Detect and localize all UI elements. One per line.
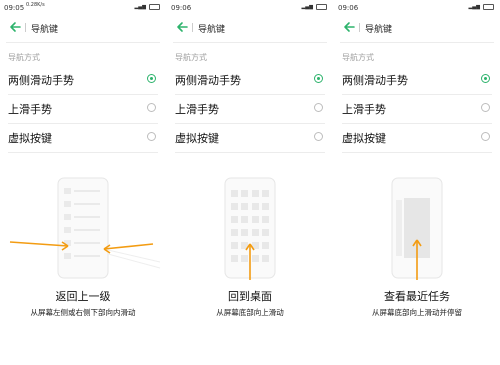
option-two-side-swipe[interactable]: 两侧滑动手势 [334,66,500,95]
radio-selected-icon[interactable] [147,74,156,83]
option-label: 虚拟按键 [175,132,219,145]
option-two-side-swipe[interactable]: 两侧滑动手势 [0,66,166,95]
option-virtual-keys[interactable]: 虚拟按键 [0,124,166,153]
signal-icon: ▂▄▆ [468,4,480,10]
radio-unselected-icon[interactable] [147,103,156,112]
section-label: 导航方式 [342,53,374,62]
status-bar: 09:06 ▂▄▆ [167,0,333,16]
radio-unselected-icon[interactable] [314,132,323,141]
option-swipe-up[interactable]: 上滑手势 [0,95,166,124]
gesture-subcaption: 从屏幕左侧或右侧下部向内滑动 [30,308,136,317]
radio-selected-icon[interactable] [481,74,490,83]
option-label: 上滑手势 [175,103,219,116]
page-title: 导航键 [31,25,59,35]
status-bar: 09:06 ▂▄▆ [334,0,500,16]
status-time: 09:05 [4,4,25,12]
status-time: 09:06 [171,4,192,12]
back-arrow-icon[interactable] [8,20,22,34]
screen-panel-back: 09:05 0.28K/s ▂▄▆ 导航键 导航方式 两侧滑动手势 上滑手势 虚… [0,0,166,365]
status-time: 09:06 [338,4,359,12]
option-label: 两侧滑动手势 [175,74,241,87]
divider [8,152,158,153]
gesture-subcaption: 从屏幕底部向上滑动并停留 [372,308,462,317]
option-two-side-swipe[interactable]: 两侧滑动手势 [167,66,333,95]
status-icons: ▂▄▆ [301,4,327,10]
header-divider [25,23,26,32]
swipe-arrow-right [103,243,154,254]
header-divider [192,23,193,32]
back-arrow-icon[interactable] [175,20,189,34]
screen-panel-home: 09:06 ▂▄▆ 导航键 导航方式 两侧滑动手势 上滑手势 虚拟按键 回到桌面… [167,0,333,365]
option-virtual-keys[interactable]: 虚拟按键 [334,124,500,153]
option-label: 上滑手势 [8,103,52,116]
section-label: 导航方式 [175,53,207,62]
gesture-caption: 返回上一级 [55,290,111,303]
divider [342,152,492,153]
gesture-caption: 回到桌面 [228,290,272,303]
header-divider [359,23,360,32]
signal-icon: ▂▄▆ [134,4,146,10]
status-icons: ▂▄▆ [468,4,494,10]
option-swipe-up[interactable]: 上滑手势 [334,95,500,124]
radio-unselected-icon[interactable] [314,103,323,112]
header: 导航键 [334,18,500,38]
gesture-illustration-home [224,177,276,280]
gesture-caption: 查看最近任务 [384,290,450,303]
header-separator [173,42,327,43]
radio-selected-icon[interactable] [314,74,323,83]
status-bar: 09:05 0.28K/s ▂▄▆ [0,0,166,16]
header: 导航键 [0,18,166,38]
option-virtual-keys[interactable]: 虚拟按键 [167,124,333,153]
gesture-illustration-back [9,177,161,279]
radio-unselected-icon[interactable] [481,132,490,141]
header-separator [340,42,494,43]
back-arrow-icon[interactable] [342,20,356,34]
radio-unselected-icon[interactable] [147,132,156,141]
option-label: 上滑手势 [342,103,386,116]
option-label: 虚拟按键 [8,132,52,145]
network-speed: 0.28K/s [26,2,45,8]
option-swipe-up[interactable]: 上滑手势 [167,95,333,124]
section-label: 导航方式 [8,53,40,62]
radio-unselected-icon[interactable] [481,103,490,112]
screen-panel-recents: 09:06 ▂▄▆ 导航键 导航方式 两侧滑动手势 上滑手势 虚拟按键 查看最近… [334,0,500,365]
option-label: 两侧滑动手势 [342,74,408,87]
battery-icon [316,4,327,10]
battery-icon [149,4,160,10]
header: 导航键 [167,18,333,38]
gesture-subcaption: 从屏幕底部向上滑动 [216,308,284,317]
divider [175,152,325,153]
gesture-illustration-recents [391,177,443,280]
page-title: 导航键 [365,25,393,35]
header-separator [6,42,160,43]
battery-icon [483,4,494,10]
option-label: 两侧滑动手势 [8,74,74,87]
page-title: 导航键 [198,25,226,35]
signal-icon: ▂▄▆ [301,4,313,10]
status-icons: ▂▄▆ [134,4,160,10]
option-label: 虚拟按键 [342,132,386,145]
